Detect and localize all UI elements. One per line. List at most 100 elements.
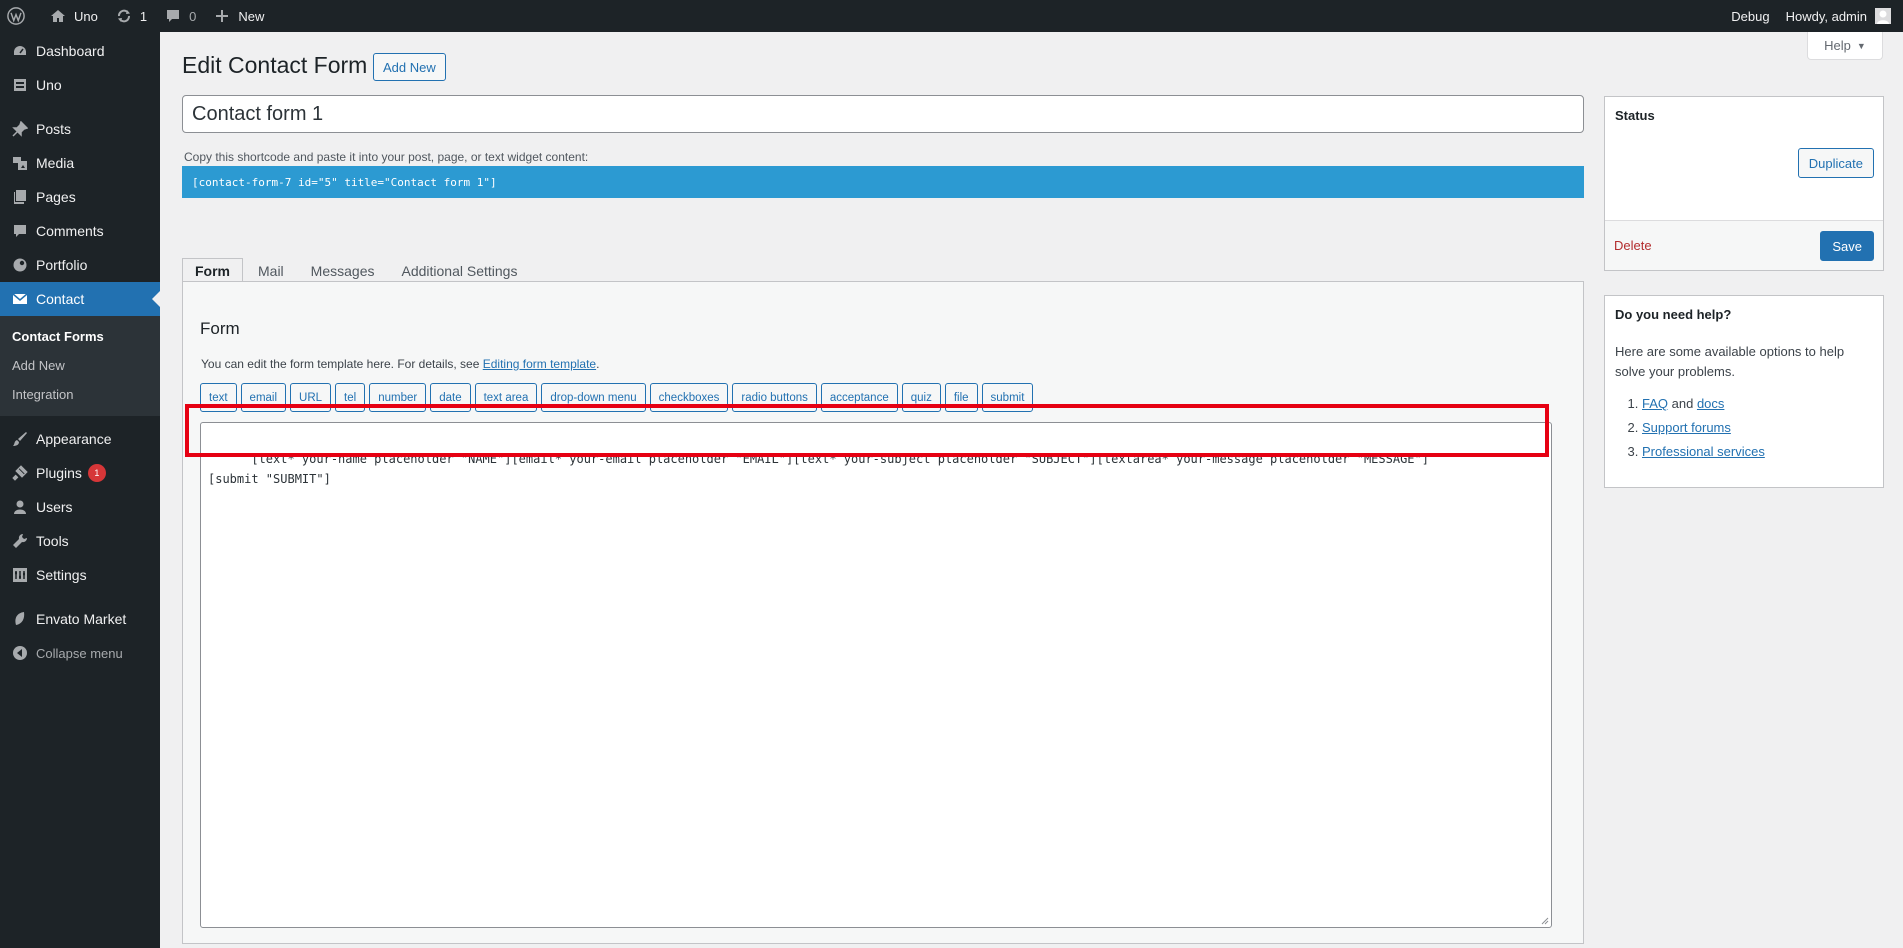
tag-button-checkboxes[interactable]: checkboxes — [649, 383, 729, 412]
sidebar-item-label: Collapse menu — [36, 645, 123, 661]
submenu-add-new[interactable]: Add New — [0, 351, 160, 380]
uno-icon — [10, 75, 30, 95]
list-item: FAQ and docs — [1642, 392, 1765, 416]
sidebar-item-label: Uno — [36, 77, 62, 93]
sidebar-item-tools[interactable]: Tools — [0, 524, 160, 558]
shortcode-label: Copy this shortcode and paste it into yo… — [184, 150, 589, 164]
tag-button-text[interactable]: text — [200, 383, 237, 412]
sidebar-item-appearance[interactable]: Appearance — [0, 422, 160, 456]
tag-button-number[interactable]: number — [369, 383, 427, 412]
form-title-input[interactable]: Contact form 1 — [182, 95, 1584, 133]
tag-button-drop-down-menu[interactable]: drop-down menu — [541, 383, 646, 412]
sidebar-item-settings[interactable]: Settings — [0, 558, 160, 592]
sidebar-item-label: Media — [36, 155, 75, 171]
editing-form-template-link[interactable]: Editing form template — [483, 357, 596, 371]
sidebar-item-label: Tools — [36, 533, 69, 549]
form-template-content: [text* your-name placeholder "NAME"][ema… — [208, 452, 1429, 486]
resize-grip-icon[interactable] — [1539, 915, 1549, 925]
help-options-list: FAQ and docs Support forums Professional… — [1627, 392, 1765, 464]
media-icon — [10, 153, 30, 173]
plus-icon — [212, 6, 232, 26]
new-label: New — [238, 8, 265, 24]
sidebar-item-portfolio[interactable]: Portfolio — [0, 248, 160, 282]
comments-link[interactable]: 0 — [155, 0, 204, 32]
tag-generator-buttons: text email URL tel number date text area… — [200, 383, 1037, 412]
docs-link[interactable]: docs — [1697, 396, 1724, 411]
tag-button-email[interactable]: email — [240, 383, 287, 412]
sidebar-item-comments[interactable]: Comments — [0, 214, 160, 248]
tag-button-date[interactable]: date — [430, 383, 471, 412]
updates-icon — [114, 6, 134, 26]
sidebar-item-dashboard[interactable]: Dashboard — [0, 34, 160, 68]
support-forums-link[interactable]: Support forums — [1642, 420, 1731, 435]
sidebar-item-label: Contact — [36, 291, 85, 307]
tag-button-file[interactable]: file — [944, 383, 978, 412]
account-menu[interactable]: Howdy, admin — [1778, 0, 1903, 32]
tag-button-url[interactable]: URL — [290, 383, 332, 412]
sidebar-item-label: Pages — [36, 189, 76, 205]
status-box: Status Duplicate Delete Save — [1604, 96, 1884, 271]
plugin-icon — [10, 463, 30, 483]
professional-services-link[interactable]: Professional services — [1642, 444, 1765, 459]
sidebar-item-pages[interactable]: Pages — [0, 180, 160, 214]
tag-button-acceptance[interactable]: acceptance — [820, 383, 898, 412]
new-content-link[interactable]: New — [204, 0, 272, 32]
help-tab-button[interactable]: Help ▼ — [1807, 32, 1883, 60]
tab-mail[interactable]: Mail — [246, 259, 296, 283]
submenu-contact-forms[interactable]: Contact Forms — [0, 322, 160, 351]
sidebar-item-label: Portfolio — [36, 257, 88, 273]
avatar — [1875, 8, 1891, 24]
tab-messages[interactable]: Messages — [299, 259, 387, 283]
tag-button-quiz[interactable]: quiz — [901, 383, 941, 412]
help-label: Help — [1824, 38, 1851, 53]
user-icon — [10, 497, 30, 517]
desc-text: You can edit the form template here. For… — [201, 357, 483, 371]
tag-button-text-area[interactable]: text area — [474, 383, 538, 412]
updates-link[interactable]: 1 — [106, 0, 155, 32]
add-new-button[interactable]: Add New — [373, 53, 446, 81]
help-box-title: Do you need help? — [1615, 307, 1732, 322]
tab-additional-settings[interactable]: Additional Settings — [389, 259, 529, 283]
pushpin-icon — [10, 119, 30, 139]
tag-button-radio-buttons[interactable]: radio buttons — [732, 383, 817, 412]
collapse-menu-button[interactable]: Collapse menu — [0, 636, 160, 670]
debug-link[interactable]: Debug — [1723, 0, 1777, 32]
caret-down-icon: ▼ — [1856, 40, 1866, 51]
save-button[interactable]: Save — [1820, 231, 1874, 261]
sidebar-item-label: Dashboard — [36, 43, 105, 59]
collapse-icon — [10, 643, 30, 663]
duplicate-button[interactable]: Duplicate — [1797, 148, 1874, 178]
sidebar-item-label: Appearance — [36, 431, 112, 447]
sidebar-item-label: Settings — [36, 567, 87, 583]
wordpress-logo[interactable] — [0, 0, 40, 32]
list-item: Support forums — [1642, 416, 1765, 440]
home-icon — [48, 6, 68, 26]
faq-link[interactable]: FAQ — [1642, 396, 1668, 411]
status-box-footer: Delete Save — [1605, 220, 1883, 270]
portfolio-icon — [10, 255, 30, 275]
leaf-icon — [10, 609, 30, 629]
shortcode-field[interactable]: [contact-form-7 id="5" title="Contact fo… — [182, 166, 1584, 198]
settings-icon — [10, 565, 30, 585]
sidebar-item-uno[interactable]: Uno — [0, 68, 160, 102]
sidebar-item-posts[interactable]: Posts — [0, 112, 160, 146]
site-name-link[interactable]: Uno — [40, 0, 106, 32]
sidebar-item-plugins[interactable]: Plugins 1 — [0, 456, 160, 490]
wordpress-icon — [6, 6, 26, 26]
sidebar-item-envato-market[interactable]: Envato Market — [0, 602, 160, 636]
envelope-icon — [10, 289, 30, 309]
submenu-integration[interactable]: Integration — [0, 380, 160, 409]
sidebar-item-label: Plugins — [36, 465, 82, 481]
page-title: Edit Contact Form — [182, 52, 368, 78]
tag-button-tel[interactable]: tel — [335, 383, 366, 412]
sidebar-item-users[interactable]: Users — [0, 490, 160, 524]
form-template-textarea[interactable]: [text* your-name placeholder "NAME"][ema… — [200, 422, 1552, 928]
tag-button-submit[interactable]: submit — [981, 383, 1034, 412]
sidebar-item-media[interactable]: Media — [0, 146, 160, 180]
delete-link[interactable]: Delete — [1614, 238, 1652, 253]
admin-sidebar: Dashboard Uno Posts Media Pages Comments… — [0, 32, 160, 948]
wrench-icon — [10, 531, 30, 551]
panel-title: Form — [200, 319, 240, 338]
list-item: Professional services — [1642, 440, 1765, 464]
sidebar-item-contact[interactable]: Contact — [0, 282, 160, 316]
